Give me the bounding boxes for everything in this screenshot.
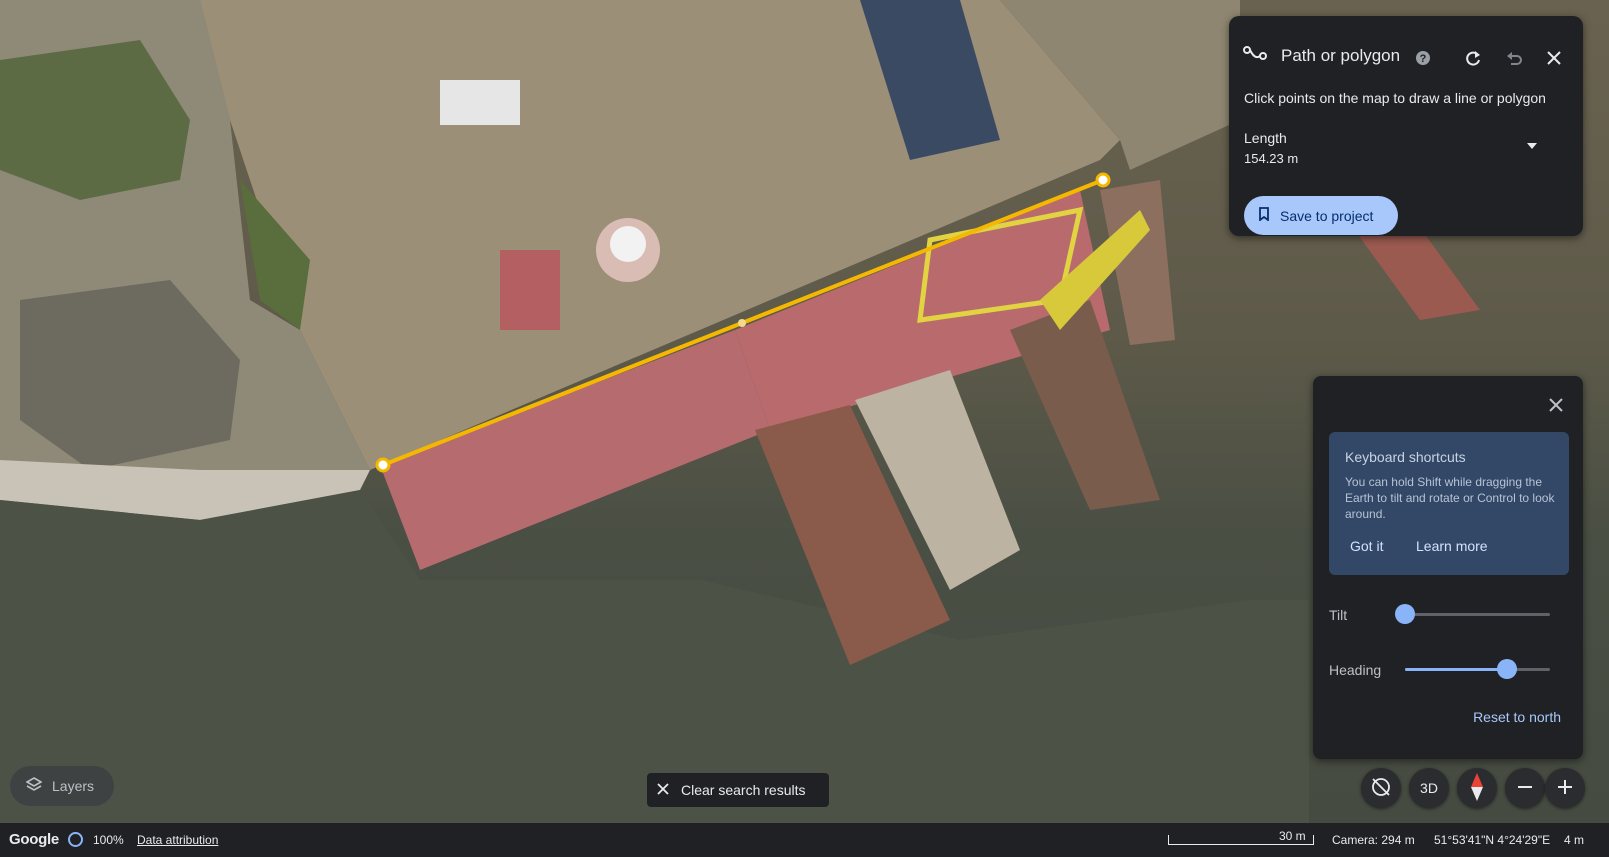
svg-text:?: ? <box>1420 53 1427 65</box>
close-icon[interactable] <box>1541 45 1567 71</box>
clear-search-results-button[interactable]: Clear search results <box>647 773 829 807</box>
camera-altitude: Camera: 294 m <box>1332 833 1415 847</box>
coordinates: 51°53'41"N 4°24'29"E <box>1434 833 1551 847</box>
path-panel: Path or polygon ? Click points on the ma… <box>1229 16 1583 236</box>
rotate-off-button[interactable] <box>1361 768 1401 808</box>
plus-icon <box>1557 779 1573 798</box>
zoom-out-button[interactable] <box>1505 768 1545 808</box>
path-midpoint[interactable] <box>738 319 746 327</box>
got-it-button[interactable]: Got it <box>1350 538 1383 554</box>
navigation-panel: Keyboard shortcuts You can hold Shift wh… <box>1313 376 1583 759</box>
data-attribution-link[interactable]: Data attribution <box>137 833 218 847</box>
reset-to-north-button[interactable]: Reset to north <box>1473 709 1561 725</box>
zoom-in-button[interactable] <box>1545 768 1585 808</box>
loading-ring-icon <box>68 832 83 847</box>
heading-slider-thumb[interactable] <box>1496 659 1517 679</box>
clear-search-results-label: Clear search results <box>681 782 806 798</box>
load-percentage: 100% <box>93 833 124 847</box>
undo-icon[interactable] <box>1501 45 1527 71</box>
ground-altitude: 4 m <box>1564 833 1585 847</box>
minus-icon <box>1517 779 1533 798</box>
google-logo: Google <box>9 831 59 848</box>
length-value: 154.23 m <box>1244 151 1299 166</box>
path-vertex-end[interactable] <box>1095 172 1111 188</box>
close-shortcuts-icon[interactable] <box>1543 392 1569 418</box>
chevron-down-icon[interactable] <box>1525 138 1539 156</box>
keyboard-shortcuts-title: Keyboard shortcuts <box>1345 449 1466 465</box>
compass-button[interactable] <box>1457 768 1497 808</box>
3d-button[interactable]: 3D <box>1409 768 1449 808</box>
tank-top <box>610 226 646 262</box>
white-roofs <box>440 80 520 125</box>
status-bar: Google 100% Data attribution 30 m Camera… <box>0 823 1609 857</box>
tilt-slider[interactable] <box>1395 604 1550 624</box>
close-small-icon <box>657 782 669 798</box>
path-panel-header: Path or polygon <box>1243 44 1400 67</box>
save-to-project-button[interactable]: Save to project <box>1244 196 1398 235</box>
heading-slider-fill <box>1405 668 1507 671</box>
tilt-slider-thumb[interactable] <box>1395 604 1415 624</box>
bookmark-icon <box>1258 207 1270 224</box>
compass-icon <box>1470 772 1484 804</box>
learn-more-link[interactable]: Learn more <box>1416 538 1488 554</box>
redo-icon[interactable] <box>1460 45 1486 71</box>
rotate-off-icon <box>1370 776 1392 801</box>
heading-slider[interactable] <box>1405 659 1550 679</box>
layers-button[interactable]: Layers <box>10 766 114 806</box>
layers-label: Layers <box>52 778 95 794</box>
scale-label: 30 m <box>1279 829 1306 843</box>
path-instruction: Click points on the map to draw a line o… <box>1244 90 1546 106</box>
path-panel-title: Path or polygon <box>1281 45 1401 65</box>
tilt-label: Tilt <box>1329 607 1348 623</box>
path-vertex-start[interactable] <box>375 457 391 473</box>
save-to-project-label: Save to project <box>1280 207 1374 224</box>
help-icon[interactable]: ? <box>1410 45 1436 71</box>
length-label: Length <box>1244 130 1287 146</box>
path-icon <box>1243 44 1267 67</box>
keyboard-shortcuts-card: Keyboard shortcuts You can hold Shift wh… <box>1329 432 1569 575</box>
pipe-stack <box>500 250 560 330</box>
heading-label: Heading <box>1329 662 1382 678</box>
layers-icon <box>25 776 43 796</box>
keyboard-shortcuts-body: You can hold Shift while dragging the Ea… <box>1345 475 1555 521</box>
